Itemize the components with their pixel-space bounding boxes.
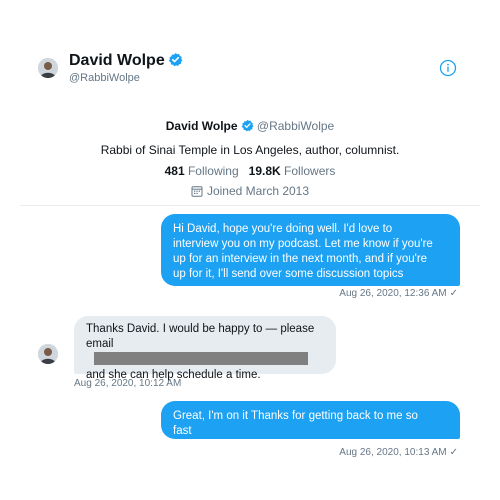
following-count: 481 bbox=[164, 164, 185, 178]
message-timestamp: Aug 26, 2020, 12:36 AM ✓ bbox=[339, 288, 458, 300]
verified-badge-icon bbox=[168, 52, 183, 73]
followers-count: 19.8K bbox=[248, 164, 281, 178]
profile-stats: 481 Following 19.8K Followers bbox=[0, 163, 500, 179]
calendar-icon bbox=[191, 184, 207, 198]
followers-label: Followers bbox=[284, 164, 336, 178]
message-line: Great, I'm on it Thanks for getting back… bbox=[173, 410, 418, 422]
info-icon[interactable] bbox=[439, 59, 457, 77]
header-name[interactable]: David Wolpe bbox=[69, 51, 183, 73]
profile-name[interactable]: David Wolpe bbox=[166, 119, 238, 133]
followers-link[interactable]: 19.8K Followers bbox=[249, 164, 336, 178]
divider bbox=[20, 205, 480, 206]
joined-date: Joined March 2013 bbox=[0, 183, 500, 199]
avatar[interactable] bbox=[38, 58, 58, 78]
timestamp-text: Aug 26, 2020, 12:36 AM bbox=[339, 288, 447, 299]
read-check-icon: ✓ bbox=[449, 447, 458, 458]
message-line: up for an interview in the next month, a… bbox=[173, 253, 428, 265]
message-line: up for it, I'll send over some discussio… bbox=[173, 268, 404, 280]
outgoing-message[interactable]: Great, I'm on it Thanks for getting back… bbox=[161, 401, 460, 439]
read-check-icon: ✓ bbox=[449, 288, 458, 299]
following-label: Following bbox=[187, 164, 239, 178]
profile-summary: David Wolpe @RabbiWolpe Rabbi of Sinai T… bbox=[0, 118, 500, 199]
verified-badge-icon bbox=[241, 119, 254, 136]
message-timestamp: Aug 26, 2020, 10:12 AM bbox=[74, 378, 182, 389]
message-line: interview you on my podcast. Let me know… bbox=[173, 238, 433, 250]
message-line: fast bbox=[173, 425, 192, 437]
header-handle: @RabbiWolpe bbox=[69, 72, 140, 84]
timestamp-text: Aug 26, 2020, 10:13 AM bbox=[339, 447, 447, 458]
following-link[interactable]: 481 Following bbox=[165, 164, 239, 178]
conversation-header: David Wolpe @RabbiWolpe bbox=[0, 0, 500, 100]
message-line: email bbox=[86, 338, 114, 350]
message-line: Thanks David. I would be happy to — plea… bbox=[86, 323, 315, 335]
header-name-text: David Wolpe bbox=[69, 52, 165, 69]
incoming-message[interactable]: Thanks David. I would be happy to — plea… bbox=[74, 316, 336, 381]
message-timestamp: Aug 26, 2020, 10:13 AM ✓ bbox=[339, 447, 458, 459]
joined-text: Joined March 2013 bbox=[206, 184, 310, 198]
redacted-email bbox=[94, 352, 308, 365]
outgoing-message[interactable]: Hi David, hope you're doing well. I'd lo… bbox=[161, 214, 460, 286]
profile-handle: @RabbiWolpe bbox=[256, 119, 335, 133]
profile-bio: Rabbi of Sinai Temple in Los Angeles, au… bbox=[100, 143, 400, 157]
avatar[interactable] bbox=[38, 344, 58, 364]
profile-title: David Wolpe @RabbiWolpe bbox=[0, 118, 500, 136]
message-line: Hi David, hope you're doing well. I'd lo… bbox=[173, 223, 393, 235]
